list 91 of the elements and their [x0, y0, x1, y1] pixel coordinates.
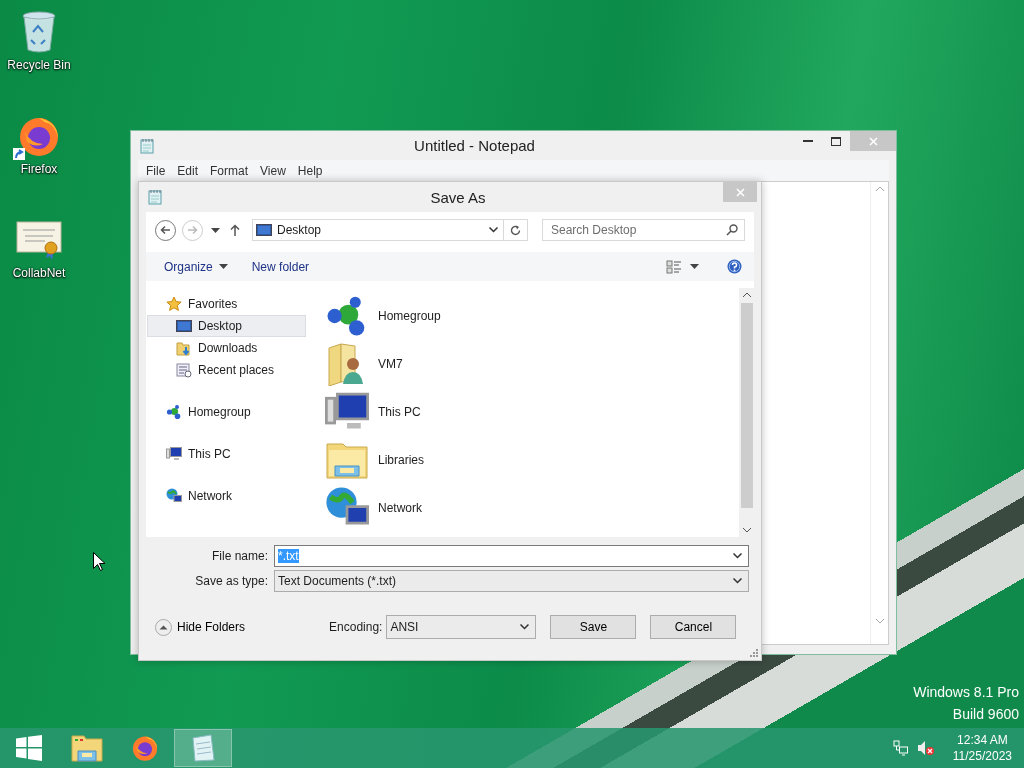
hide-folders-button[interactable]: Hide Folders: [149, 618, 246, 636]
downloads-icon: [176, 340, 192, 356]
nav-item[interactable]: Recent places: [147, 359, 306, 381]
folder-item[interactable]: Network: [324, 486, 739, 530]
dialog-title: Save As: [429, 188, 487, 206]
pc-icon: [166, 446, 182, 462]
nav-item[interactable]: Favorites: [147, 293, 306, 315]
minimize-icon: [803, 140, 813, 142]
os-version-text: Build 9600: [952, 706, 1019, 722]
right-arrow-icon: [187, 225, 198, 235]
help-icon: [727, 259, 742, 274]
star-icon: [166, 296, 182, 312]
notepad-icon: [190, 734, 216, 762]
close-icon: [868, 136, 878, 146]
view-caret-icon: [690, 264, 699, 269]
refresh-icon: [510, 224, 521, 236]
file-name-value: *.txt: [278, 548, 300, 563]
view-options-button[interactable]: [664, 258, 701, 275]
folder-icon: [71, 734, 103, 762]
encoding-dropdown[interactable]: ANSI: [386, 615, 537, 639]
cancel-button[interactable]: Cancel: [650, 615, 737, 639]
chevron-down-icon: [489, 227, 498, 233]
folder-item[interactable]: Libraries: [324, 438, 739, 482]
caret-icon: [211, 227, 220, 233]
desktop-icon-label[interactable]: CollabNet: [12, 266, 66, 280]
details-view-icon: [666, 258, 682, 275]
folder-item[interactable]: VM7: [324, 342, 739, 386]
close-icon: [735, 187, 745, 197]
file-name-label: File name:: [210, 548, 269, 563]
network-icon: [166, 488, 182, 504]
save-button[interactable]: Save: [550, 615, 637, 639]
address-text: Desktop: [277, 223, 323, 237]
homegroup-icon: [166, 404, 182, 420]
mouse-cursor-icon: [93, 552, 105, 571]
desktop-icon: [176, 319, 192, 333]
desktop-icon-label[interactable]: Recycle Bin: [7, 58, 71, 72]
caret-icon: [218, 264, 228, 269]
nav-item[interactable]: Downloads: [147, 337, 306, 359]
notepad-icon: [147, 189, 163, 205]
collapse-icon: [155, 618, 172, 636]
menu-item[interactable]: Edit: [171, 163, 205, 178]
folder-item[interactable]: This PC: [324, 390, 739, 434]
scroll-up-icon: [742, 292, 751, 297]
new-folder-button[interactable]: New folder: [243, 256, 318, 277]
shortcut-arrow-icon: [13, 148, 25, 160]
chevron-down-icon: [733, 552, 742, 559]
file-type-dropdown[interactable]: Text Documents (*.txt): [274, 569, 749, 592]
back-button[interactable]: [155, 219, 176, 241]
search-field[interactable]: Search Desktop: [542, 219, 745, 241]
nav-item[interactable]: Network: [147, 485, 306, 507]
network-icon: [892, 740, 909, 756]
os-version-text: Windows 8.1 Pro: [913, 684, 1019, 700]
scroll-down-icon: [875, 619, 884, 624]
nav-item[interactable]: Desktop: [147, 315, 306, 337]
chevron-down-icon: [733, 577, 742, 584]
desktop-icon-label[interactable]: Firefox: [20, 162, 58, 176]
scroll-up-icon: [875, 186, 884, 191]
menu-item[interactable]: View: [254, 163, 292, 178]
folder-item[interactable]: Homegroup: [324, 294, 739, 338]
scrollbar[interactable]: [739, 288, 754, 537]
encoding-label: Encoding:: [329, 620, 383, 634]
maximize-icon: [831, 136, 841, 146]
menu-item[interactable]: Format: [204, 163, 255, 178]
address-bar[interactable]: Desktop: [252, 219, 528, 241]
desktop-icon: [256, 223, 272, 237]
windows-logo-icon: [16, 735, 42, 761]
menu-item[interactable]: Help: [291, 163, 329, 178]
recent-locations-button[interactable]: [209, 227, 222, 233]
clock-date[interactable]: 11/25/2023: [952, 748, 1012, 764]
taskbar-app[interactable]: [174, 729, 232, 767]
notepad-icon: [139, 137, 155, 154]
menu-item[interactable]: File: [140, 163, 172, 178]
clock-time[interactable]: 12:34 AM: [957, 732, 1008, 748]
certificate-icon: [15, 218, 63, 262]
nav-item[interactable]: This PC: [147, 443, 306, 465]
scroll-down-icon: [742, 528, 751, 533]
organize-button[interactable]: Organize: [156, 256, 236, 277]
up-arrow-icon: [230, 224, 240, 236]
recent-icon: [176, 362, 192, 378]
search-icon: [726, 224, 738, 236]
left-arrow-icon: [160, 225, 171, 235]
save-as-type-label: Save as type:: [194, 573, 269, 588]
scroll-thumb[interactable]: [740, 303, 753, 508]
nav-item[interactable]: Homegroup: [147, 401, 306, 423]
help-button[interactable]: [725, 259, 744, 274]
firefox-icon: [131, 734, 159, 762]
muted-speaker-icon: [916, 740, 935, 756]
window-title: Untitled - Notepad: [413, 137, 536, 154]
resize-grip-icon: [750, 649, 758, 657]
chevron-down-icon: [520, 624, 530, 630]
up-button[interactable]: [228, 224, 242, 236]
